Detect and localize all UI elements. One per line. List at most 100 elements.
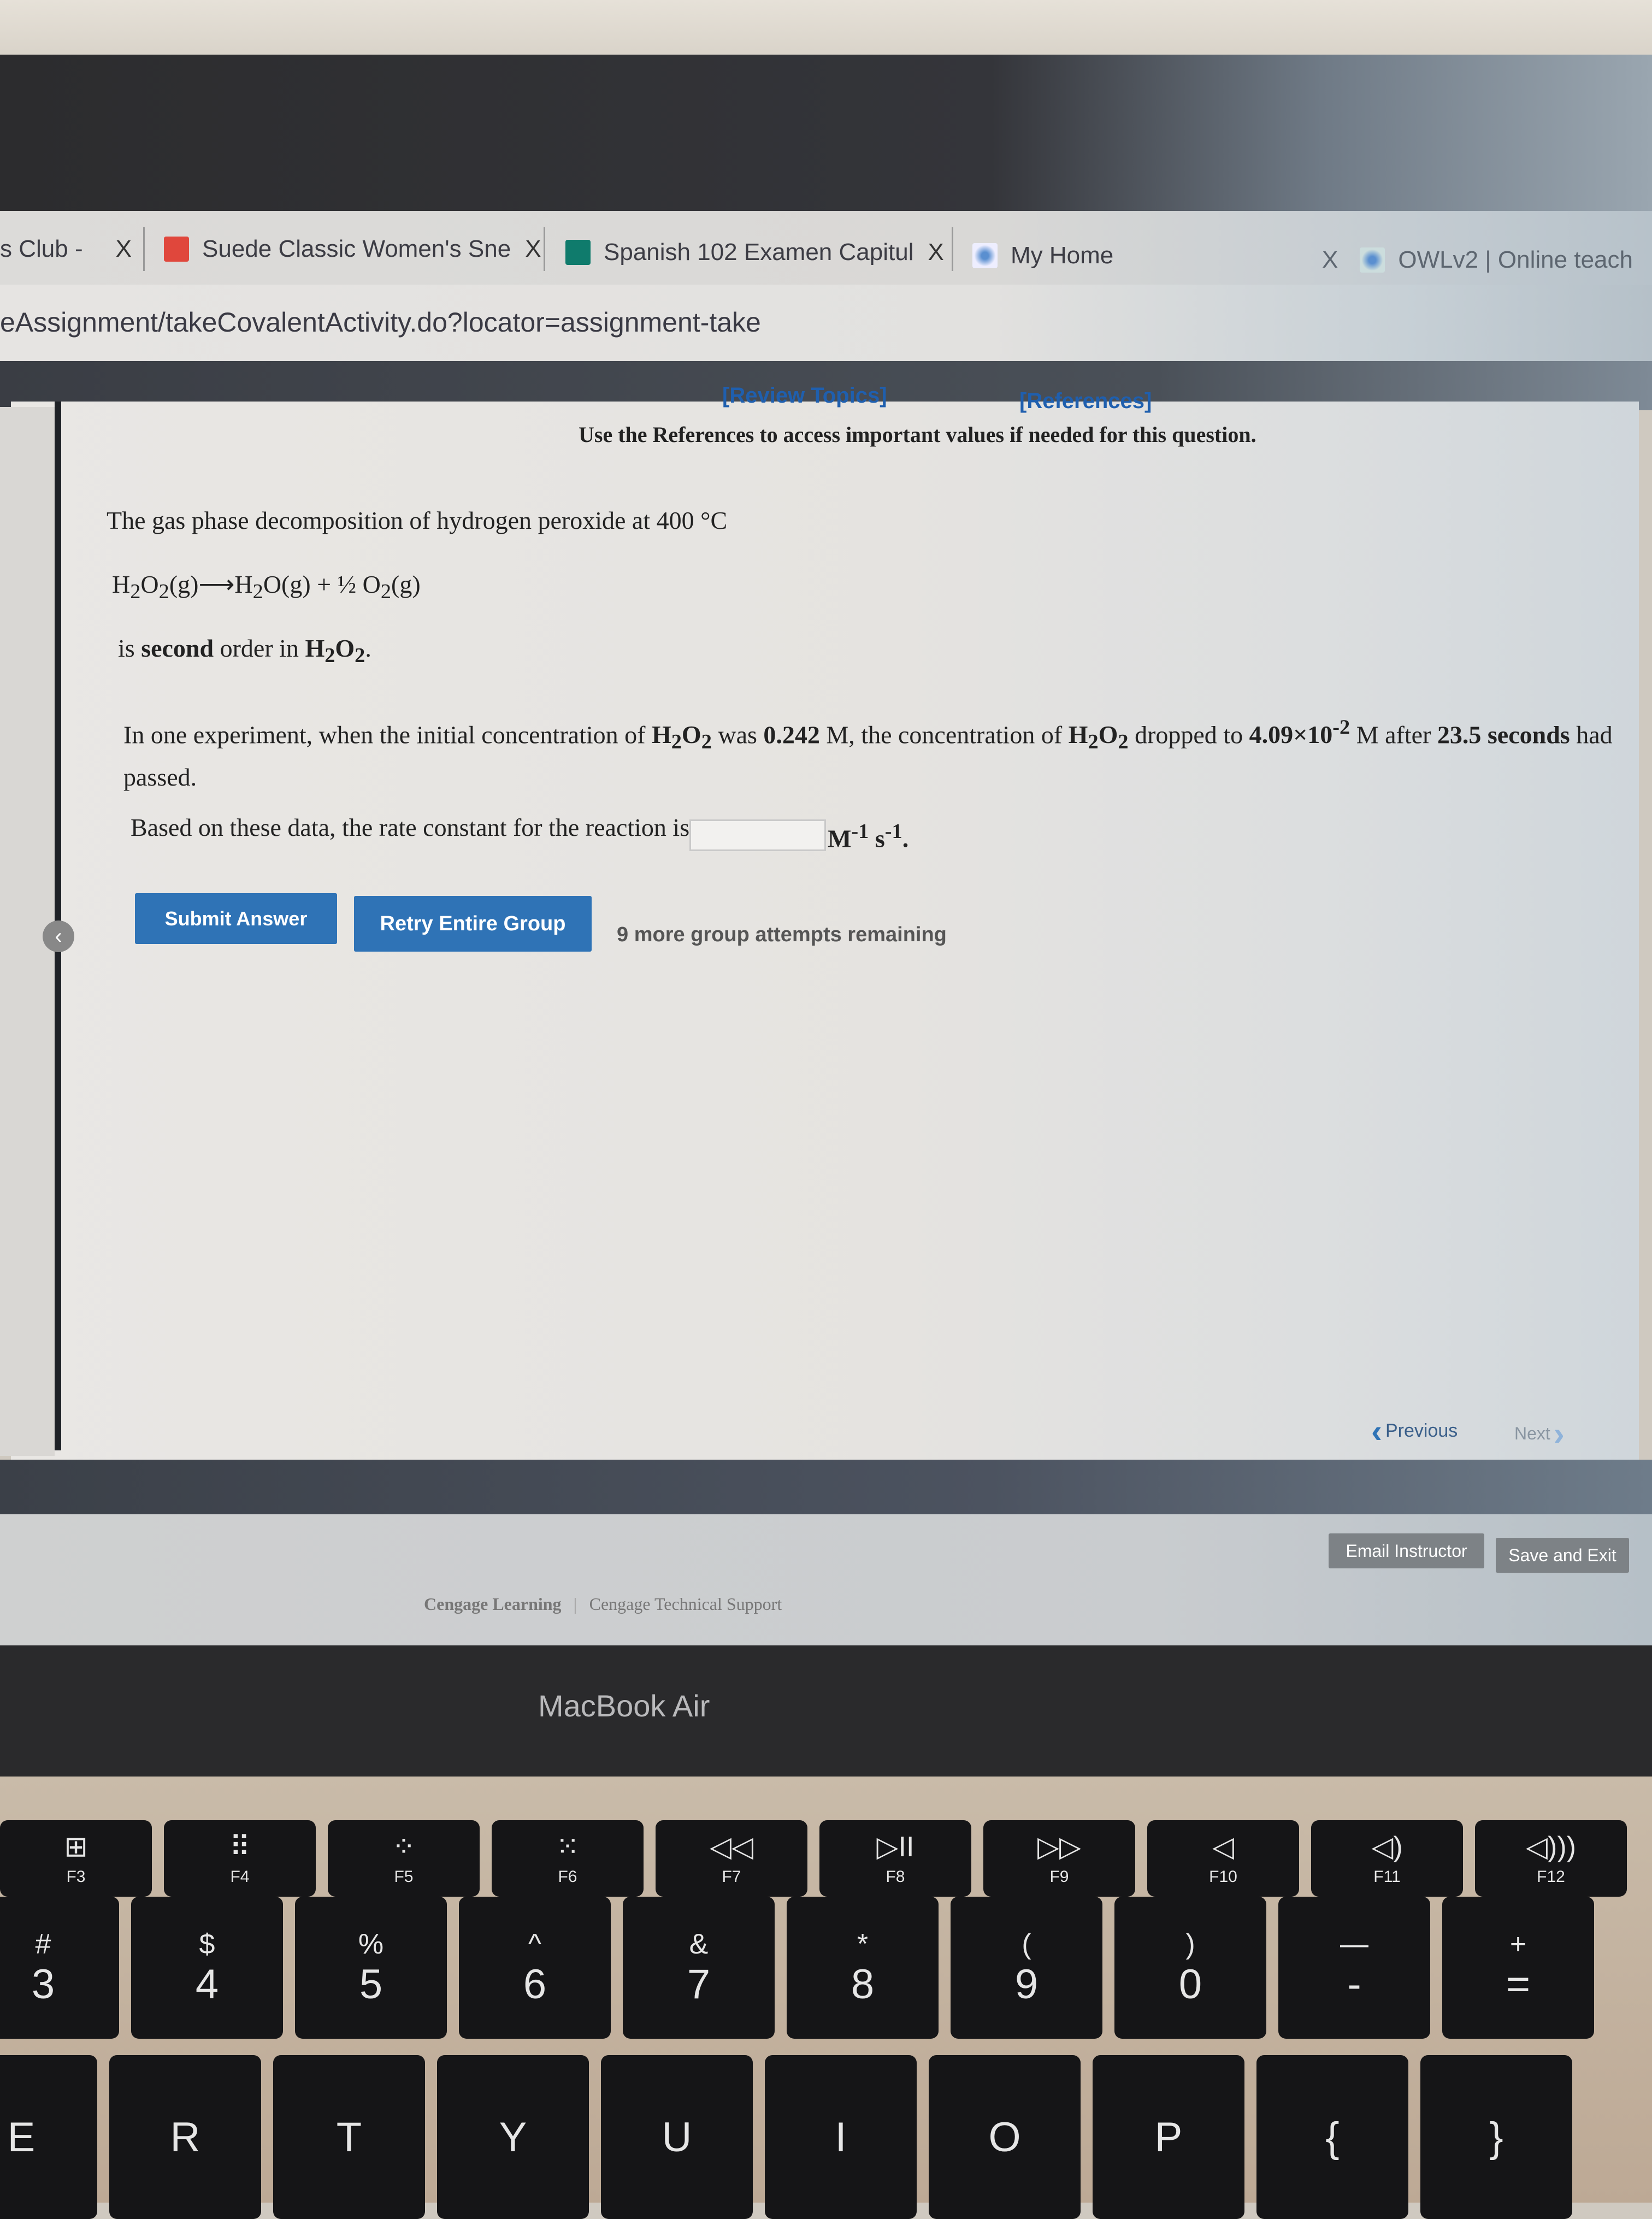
key-letter[interactable]: E <box>0 2055 97 2219</box>
key-label: F7 <box>722 1868 741 1886</box>
key-number[interactable]: ^ 6 <box>459 1897 611 2039</box>
key-label: I <box>835 2114 847 2161</box>
key-number[interactable]: $4 <box>131 1897 283 2039</box>
tab-suede[interactable]: Suede Classic Women's Sne X <box>164 233 541 265</box>
key-label: 5 <box>359 1961 383 2008</box>
footer-divider: | <box>573 1594 577 1614</box>
retry-entire-group-button[interactable]: Retry Entire Group <box>354 896 592 952</box>
references-note: Use the References to access important v… <box>579 422 1256 447</box>
tab-spanish[interactable]: Spanish 102 Examen Capitul X <box>565 236 944 269</box>
key-letter[interactable]: P <box>1093 2055 1244 2219</box>
submit-answer-button[interactable]: Submit Answer <box>135 893 337 944</box>
key-label: F5 <box>394 1868 414 1886</box>
key-number[interactable]: * 8 <box>787 1897 939 2039</box>
review-topics-link[interactable]: [Review Topics] <box>722 383 887 408</box>
footer-band <box>0 1460 1652 1514</box>
key-label: F12 <box>1537 1868 1565 1886</box>
key-f3[interactable]: ⊞ F3 <box>0 1820 152 1897</box>
letter-key-row: E R T Y U I O P {} <box>0 2055 1572 2219</box>
key-letter[interactable]: U <box>601 2055 753 2219</box>
key-number[interactable]: & 7 <box>623 1897 775 2039</box>
close-icon[interactable]: X <box>928 239 943 266</box>
key-number[interactable]: (9 <box>951 1897 1102 2039</box>
key-letter[interactable]: Y <box>437 2055 589 2219</box>
key-shift-label: # <box>35 1928 51 1960</box>
address-bar[interactable]: eAssignment/takeCovalentActivity.do?loca… <box>0 285 1652 361</box>
key-letter[interactable]: } <box>1420 2055 1572 2219</box>
key-number[interactable]: #3 <box>0 1897 119 2039</box>
key-f7[interactable]: ◁◁ F7 <box>656 1820 807 1897</box>
key-label: 8 <box>851 1961 875 2008</box>
tab-divider <box>143 227 145 271</box>
key-shift-label: ) <box>1185 1928 1195 1960</box>
key-f5[interactable]: ⁘ F5 <box>328 1820 480 1897</box>
references-link[interactable]: [References] <box>1019 389 1152 414</box>
save-and-exit-button[interactable]: Save and Exit <box>1496 1538 1629 1573</box>
close-icon[interactable]: X <box>116 235 132 263</box>
keyboard-brightness-down-icon: ⁘ <box>392 1831 416 1863</box>
key-number[interactable]: — - <box>1278 1897 1430 2039</box>
key-f12[interactable]: ◁))) F12 <box>1475 1820 1627 1897</box>
tab-divider <box>952 227 953 271</box>
puma-icon <box>164 237 189 262</box>
cengage-learning-link[interactable]: Cengage Learning <box>424 1594 562 1614</box>
chevron-left-icon: ‹ <box>55 924 62 948</box>
key-shift-label: % <box>358 1928 384 1960</box>
close-icon[interactable]: X <box>525 235 541 263</box>
key-letter[interactable]: { <box>1256 2055 1408 2219</box>
screen-bezel-top <box>0 55 1652 219</box>
background-wall <box>0 0 1652 60</box>
key-f4[interactable]: ⠿ F4 <box>164 1820 316 1897</box>
key-f10[interactable]: ◁ F10 <box>1147 1820 1299 1897</box>
key-shift-label: ^ <box>528 1928 542 1960</box>
close-icon[interactable]: X <box>1322 246 1338 274</box>
key-number[interactable]: ) 0 <box>1114 1897 1266 2039</box>
key-f6[interactable]: ⁙ F6 <box>492 1820 644 1897</box>
volume-up-icon: ◁))) <box>1526 1831 1576 1863</box>
key-f8[interactable]: ▷II F8 <box>819 1820 971 1897</box>
url-text[interactable]: eAssignment/takeCovalentActivity.do?loca… <box>0 306 761 338</box>
tab-owlv2[interactable]: X OWLv2 | Online teach <box>1322 244 1633 276</box>
key-label: R <box>170 2114 200 2161</box>
key-letter[interactable]: R <box>109 2055 261 2219</box>
rate-constant-prompt: Based on these data, the rate constant f… <box>131 813 690 841</box>
previous-button[interactable]: ‹ Previous <box>1371 1412 1458 1450</box>
key-letter[interactable]: I <box>765 2055 917 2219</box>
key-shift-label: ( <box>1022 1928 1031 1960</box>
experiment-text: In one experiment, when the initial conc… <box>123 716 1613 791</box>
key-number[interactable]: % 5 <box>295 1897 447 2039</box>
fast-forward-icon: ▷▷ <box>1037 1831 1081 1863</box>
key-label: U <box>662 2114 692 2161</box>
previous-label: Previous <box>1385 1420 1458 1441</box>
screen-bezel-bottom <box>0 1645 1652 1777</box>
tab-divider <box>544 227 545 271</box>
tab-club[interactable]: s Club - X <box>0 233 132 265</box>
browser-tab-bar: s Club - X Suede Classic Women's Sne X Spa… <box>0 211 1652 285</box>
key-letter[interactable]: O <box>929 2055 1081 2219</box>
tab-my-home[interactable]: My Home <box>972 239 1113 272</box>
next-button[interactable]: Next › <box>1514 1415 1565 1453</box>
key-f11[interactable]: ◁) F11 <box>1311 1820 1463 1897</box>
number-key-row: #3 $4% 5 ^ 6 & 7 * 8(9) 0— - + = <box>0 1897 1594 2039</box>
reaction-order: is second order in H2O2. <box>118 634 371 668</box>
forms-icon <box>565 240 591 265</box>
launchpad-icon: ⠿ <box>229 1831 251 1863</box>
key-label: = <box>1506 1961 1531 2008</box>
attempts-remaining: 9 more group attempts remaining <box>617 923 947 946</box>
rate-constant-input[interactable] <box>689 819 826 851</box>
chevron-right-icon: › <box>1553 1415 1565 1452</box>
key-label: 0 <box>1178 1961 1202 2008</box>
key-letter[interactable]: T <box>273 2055 425 2219</box>
key-label: 7 <box>687 1961 711 2008</box>
key-f9[interactable]: ▷▷ F9 <box>983 1820 1135 1897</box>
key-shift-label: & <box>689 1928 709 1960</box>
key-number[interactable]: + = <box>1442 1897 1594 2039</box>
key-label: 6 <box>523 1961 547 2008</box>
technical-support-link[interactable]: Cengage Technical Support <box>589 1594 782 1614</box>
email-instructor-button[interactable]: Email Instructor <box>1329 1533 1484 1568</box>
collapse-nav-button[interactable]: ‹ <box>43 920 74 952</box>
key-shift-label: $ <box>199 1928 215 1960</box>
key-label: O <box>988 2114 1021 2161</box>
key-label: T <box>336 2114 362 2161</box>
owl-icon <box>972 243 998 268</box>
